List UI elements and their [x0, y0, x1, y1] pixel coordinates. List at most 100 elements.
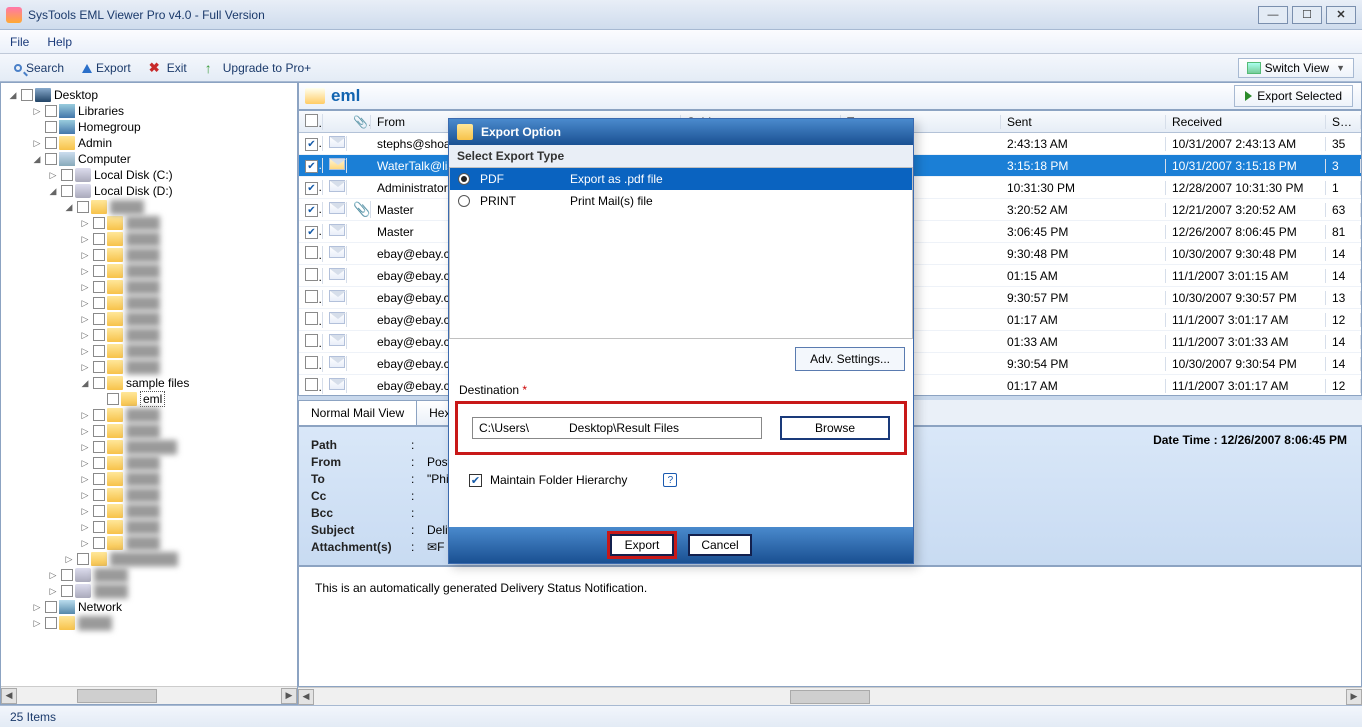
- tab-normal-view[interactable]: Normal Mail View: [298, 400, 417, 425]
- upgrade-label: Upgrade to Pro+: [223, 61, 311, 75]
- envelope-icon: [329, 246, 345, 258]
- cell-sent: 9:30:48 PM: [1001, 247, 1166, 261]
- row-checkbox[interactable]: ✔: [305, 226, 318, 239]
- tree-admin[interactable]: Admin: [78, 136, 112, 150]
- disk-icon: [75, 184, 91, 198]
- arrow-right-icon: [1245, 91, 1252, 101]
- option-pdf[interactable]: PDF Export as .pdf file: [450, 168, 912, 190]
- path-bar: eml Export Selected: [298, 82, 1362, 110]
- folder-open-icon: [305, 88, 325, 104]
- homegroup-icon: [59, 120, 75, 134]
- tree-disk-d[interactable]: Local Disk (D:): [94, 184, 173, 198]
- status-item-count: 25 Items: [10, 710, 56, 724]
- cell-size: 13: [1326, 291, 1361, 305]
- folder-tree[interactable]: ◢Desktop ▷Libraries Homegroup ▷Admin ◢Co…: [1, 83, 297, 686]
- cell-sent: 3:06:45 PM: [1001, 225, 1166, 239]
- menu-file[interactable]: File: [10, 35, 29, 49]
- tree-h-scrollbar[interactable]: ◀▶: [1, 686, 297, 704]
- cell-size: 14: [1326, 269, 1361, 283]
- cell-received: 10/31/2007 2:43:13 AM: [1166, 137, 1326, 151]
- cell-received: 10/31/2007 3:15:18 PM: [1166, 159, 1326, 173]
- envelope-icon: [329, 312, 345, 324]
- cell-sent: 9:30:57 PM: [1001, 291, 1166, 305]
- row-checkbox[interactable]: [305, 334, 318, 347]
- envelope-icon: [329, 224, 345, 236]
- attachment-icon: 📎: [353, 201, 371, 217]
- network-icon: [59, 600, 75, 614]
- option-print-label: PRINT: [480, 194, 560, 208]
- row-checkbox[interactable]: [305, 268, 318, 281]
- dialog-export-button[interactable]: Export: [610, 534, 674, 556]
- col-size[interactable]: Size(KB): [1326, 115, 1361, 129]
- cell-size: 14: [1326, 247, 1361, 261]
- cell-sent: 10:31:30 PM: [1001, 181, 1166, 195]
- dialog-subtitle: Select Export Type: [449, 145, 913, 167]
- row-checkbox[interactable]: [305, 378, 318, 391]
- row-checkbox[interactable]: ✔: [305, 138, 318, 151]
- cell-received: 11/1/2007 3:01:15 AM: [1166, 269, 1326, 283]
- close-button[interactable]: ✕: [1326, 6, 1356, 24]
- cell-sent: 2:43:13 AM: [1001, 137, 1166, 151]
- upgrade-button[interactable]: ↑Upgrade to Pro+: [199, 59, 317, 77]
- maximize-button[interactable]: ☐: [1292, 6, 1322, 24]
- row-checkbox[interactable]: [305, 356, 318, 369]
- export-option-dialog: Export Option Select Export Type PDF Exp…: [448, 118, 914, 564]
- search-button[interactable]: Search: [8, 59, 70, 77]
- tree-sample-files[interactable]: sample files: [126, 376, 189, 390]
- maintain-hierarchy-checkbox[interactable]: ✔: [469, 474, 482, 487]
- switch-view-button[interactable]: Switch View ▼: [1238, 58, 1354, 78]
- tree-libraries[interactable]: Libraries: [78, 104, 124, 118]
- radio-pdf[interactable]: [458, 173, 470, 185]
- select-all-checkbox[interactable]: [305, 114, 318, 127]
- export-selected-button[interactable]: Export Selected: [1234, 85, 1353, 107]
- cell-size: 1: [1326, 181, 1361, 195]
- tree-network[interactable]: Network: [78, 600, 122, 614]
- help-icon[interactable]: ?: [663, 473, 677, 487]
- cell-sent: 01:33 AM: [1001, 335, 1166, 349]
- user-icon: [59, 136, 75, 150]
- browse-button[interactable]: Browse: [780, 416, 890, 440]
- computer-icon: [59, 152, 75, 166]
- option-print[interactable]: PRINT Print Mail(s) file: [450, 190, 912, 212]
- envelope-icon: [329, 180, 345, 192]
- mail-body[interactable]: This is an automatically generated Deliv…: [298, 566, 1362, 687]
- row-checkbox[interactable]: ✔: [305, 204, 318, 217]
- minimize-button[interactable]: —: [1258, 6, 1288, 24]
- chevron-down-icon: ▼: [1336, 63, 1345, 73]
- row-checkbox[interactable]: [305, 290, 318, 303]
- cell-received: 11/1/2007 3:01:17 AM: [1166, 313, 1326, 327]
- cell-size: 3: [1326, 159, 1361, 173]
- row-checkbox[interactable]: [305, 312, 318, 325]
- tree-computer[interactable]: Computer: [78, 152, 131, 166]
- search-label: Search: [26, 61, 64, 75]
- dialog-title-bar[interactable]: Export Option: [449, 119, 913, 145]
- tree-desktop[interactable]: Desktop: [54, 88, 98, 102]
- tree-homegroup[interactable]: Homegroup: [78, 120, 141, 134]
- exit-label: Exit: [167, 61, 187, 75]
- window-title: SysTools EML Viewer Pro v4.0 - Full Vers…: [28, 8, 1258, 22]
- adv-settings-button[interactable]: Adv. Settings...: [795, 347, 905, 371]
- menu-help[interactable]: Help: [47, 35, 72, 49]
- status-bar: 25 Items: [0, 705, 1362, 727]
- exit-button[interactable]: ✖Exit: [143, 59, 193, 77]
- body-h-scrollbar[interactable]: ◀▶: [298, 687, 1362, 705]
- export-button[interactable]: Export: [76, 59, 137, 77]
- cell-sent: 3:15:18 PM: [1001, 159, 1166, 173]
- option-pdf-desc: Export as .pdf file: [570, 172, 904, 186]
- envelope-icon: [329, 268, 345, 280]
- cell-size: 14: [1326, 335, 1361, 349]
- col-received[interactable]: Received: [1166, 115, 1326, 129]
- row-checkbox[interactable]: ✔: [305, 160, 318, 173]
- cell-sent: 01:15 AM: [1001, 269, 1166, 283]
- radio-print[interactable]: [458, 195, 470, 207]
- col-sent[interactable]: Sent: [1001, 115, 1166, 129]
- search-icon: [14, 64, 22, 72]
- dialog-title: Export Option: [481, 125, 561, 139]
- dialog-cancel-button[interactable]: Cancel: [688, 534, 752, 556]
- row-checkbox[interactable]: [305, 246, 318, 259]
- row-checkbox[interactable]: ✔: [305, 182, 318, 195]
- cell-received: 11/1/2007 3:01:17 AM: [1166, 379, 1326, 393]
- tree-disk-c[interactable]: Local Disk (C:): [94, 168, 173, 182]
- destination-input[interactable]: [472, 417, 762, 439]
- tree-eml-selected[interactable]: eml: [140, 391, 165, 407]
